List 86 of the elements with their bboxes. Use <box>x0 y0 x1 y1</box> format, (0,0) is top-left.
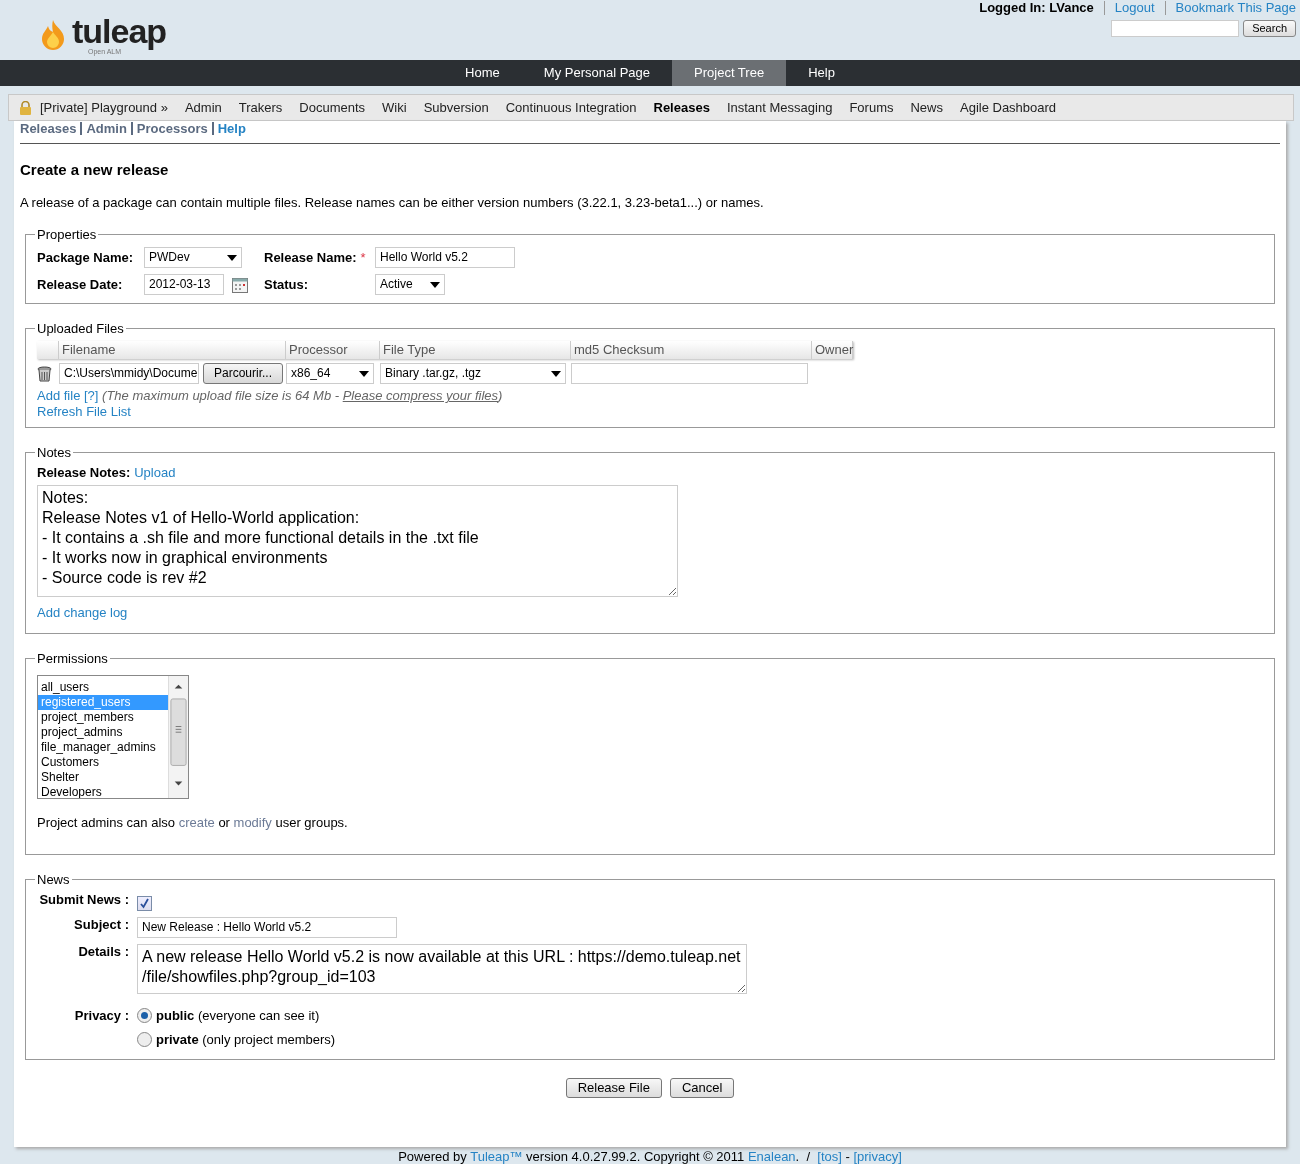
radio-button[interactable] <box>137 1032 152 1048</box>
project-tab[interactable]: Forums <box>849 99 894 116</box>
field-label: Subject : <box>73 917 129 933</box>
status-select[interactable]: Active <box>375 274 445 296</box>
permissions-note: Project admins can also create or modify user groups. <box>37 814 349 831</box>
group-link[interactable]: modify <box>233 814 272 830</box>
section-legend: Notes <box>35 446 73 460</box>
project-tab[interactable]: Releases <box>653 99 710 116</box>
refresh-link[interactable]: Refresh File List <box>37 403 131 420</box>
nav-tab[interactable]: Help <box>786 60 857 86</box>
field-label: Submit News : <box>38 892 129 908</box>
lock-icon <box>19 100 32 115</box>
submit-checkbox[interactable] <box>137 896 152 912</box>
project-tab[interactable]: Wiki <box>382 99 407 116</box>
project-tab[interactable]: Continuous Integration <box>505 99 637 116</box>
project-tab[interactable]: Trakers <box>238 99 283 116</box>
group-link[interactable]: create <box>178 814 215 830</box>
logged-in-user: Logged In: LVance <box>979 0 1094 16</box>
column-header: Filename <box>59 341 286 360</box>
field-label: Status: <box>264 276 310 293</box>
date-field[interactable]: 2012-03-13 <box>144 274 224 296</box>
project-tab[interactable]: Agile Dashboard <box>960 99 1057 116</box>
list-option[interactable]: Developers <box>38 784 168 798</box>
required-mark: * <box>360 249 366 266</box>
package-select[interactable]: PWDev <box>144 247 242 269</box>
field-label: Details : <box>77 944 129 960</box>
section-legend: News <box>35 873 72 887</box>
upload-link[interactable]: Upload <box>134 465 176 481</box>
upload-limit-note: (The maximum upload file size is 64 Mb - Please compress your files) <box>102 388 503 404</box>
nav-tab[interactable]: Project Tree <box>672 60 787 86</box>
sub-nav-link[interactable]: Processors <box>130 122 208 136</box>
search-field[interactable] <box>1111 19 1240 37</box>
add-change-log-link[interactable]: Add change log <box>37 604 128 621</box>
filename-field[interactable]: C:\Users\mmidy\Docume <box>59 363 199 385</box>
column-header: Owner <box>812 341 853 360</box>
notes-textarea[interactable]: Notes: Release Notes v1 of Hello-World application: - It contains a .sh file and more functional details in the .txt file - It works now in graphical environments - Source code is rev #2 <box>37 484 678 597</box>
list-option[interactable]: project_admins <box>38 724 168 740</box>
sub-nav-link[interactable]: Releases <box>20 121 77 137</box>
add-file-link[interactable]: Add file <box>37 388 81 404</box>
column-header: File Type <box>380 341 571 360</box>
project-tab[interactable]: News <box>910 99 943 116</box>
list-option[interactable]: file_manager_admins <box>38 739 168 755</box>
field-label: Release Name: <box>264 249 357 266</box>
sub-nav-link[interactable]: Admin <box>80 122 127 136</box>
nav-tab[interactable]: My Personal Page <box>521 60 673 86</box>
subject-field[interactable]: New Release : Hello World v5.2 <box>137 917 397 939</box>
field-label: Release Date: <box>37 276 124 293</box>
browse-button[interactable]: Parcourir... <box>203 363 284 385</box>
page-title: Create a new release <box>20 160 170 179</box>
field-label: Release Notes: <box>37 465 131 481</box>
details-textarea[interactable]: A new release Hello World v5.2 is now available at this URL : https://demo.tuleap.net /file/showfiles.php?group_id=103 <box>137 944 747 995</box>
project-tab[interactable]: Admin <box>184 99 222 116</box>
help-link[interactable]: [?] <box>84 388 99 404</box>
processor-select[interactable]: x86_64 <box>286 363 374 385</box>
column-header: Processor <box>286 341 380 360</box>
column-header: md5 Checksum <box>571 341 812 360</box>
sub-nav-link[interactable]: Help <box>211 122 246 136</box>
section-legend: Properties <box>35 228 99 242</box>
groups-listbox[interactable]: all_users registered_users project_members project_admins file_manager_admins Customers Shelter Developers <box>37 674 189 799</box>
nav-tab[interactable]: Home <box>443 60 522 86</box>
calendar-icon[interactable] <box>232 276 248 293</box>
project-tab[interactable]: Instant Messaging <box>726 99 833 116</box>
form-button[interactable]: Cancel <box>669 1078 735 1098</box>
section-legend: Permissions <box>35 651 110 665</box>
project-link[interactable]: [Private] Playground » <box>40 99 168 116</box>
logo-text: tuleap <box>72 13 167 48</box>
file-type-select[interactable]: Binary .tar.gz, .tgz <box>380 363 566 385</box>
field-label: Package Name: <box>37 249 135 266</box>
field-label: Privacy : <box>73 1008 129 1024</box>
release-name-field[interactable]: Hello World v5.2 <box>375 247 515 269</box>
list-option[interactable]: all_users <box>38 679 168 695</box>
intro-text: A release of a package can contain multiple files. Release names can be either version numbers (3.22.1, 3.23-beta1...) or names. <box>20 194 765 211</box>
radio-label: private (only project members) <box>156 1031 336 1048</box>
checksum-field[interactable] <box>571 363 808 385</box>
scrollbar-drawing[interactable] <box>168 675 188 798</box>
footer-text: Powered by Tuleap™ version 4.0.27.99.2. Copyright © 2011 Enalean. / [tos] - [privacy] <box>397 1148 903 1164</box>
list-option[interactable]: Shelter <box>38 769 168 785</box>
list-option[interactable]: Customers <box>38 754 168 770</box>
list-option[interactable]: project_members <box>38 709 168 725</box>
section-legend: Uploaded Files <box>35 322 126 336</box>
radio-label: public (everyone can see it) <box>156 1008 320 1024</box>
project-tab[interactable]: Documents <box>299 99 366 116</box>
radio-button[interactable] <box>137 1008 152 1024</box>
form-button[interactable]: Release File <box>565 1078 662 1098</box>
search-button[interactable]: Search <box>1243 19 1296 37</box>
project-tab[interactable]: Subversion <box>423 99 489 116</box>
